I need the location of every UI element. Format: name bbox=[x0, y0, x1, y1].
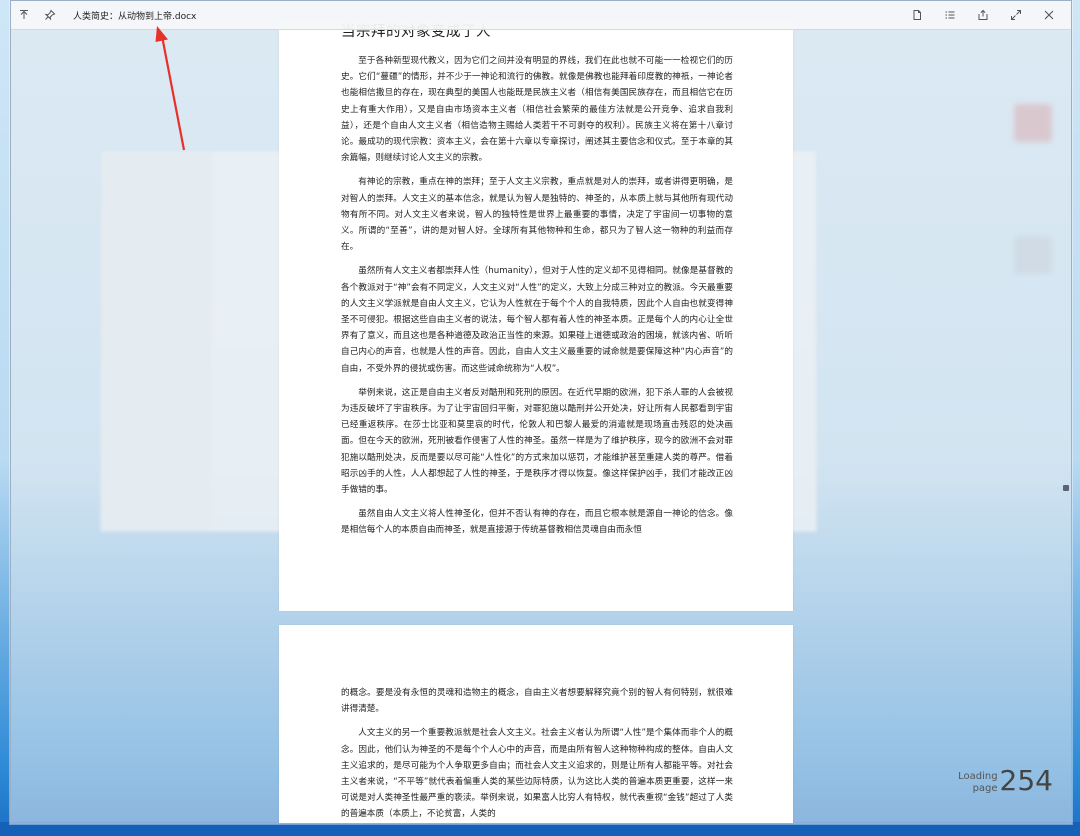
page-label: page bbox=[972, 783, 998, 794]
document-icon[interactable] bbox=[902, 1, 931, 29]
paragraph: 有神论的宗教，重点在神的崇拜；至于人文主义宗教，重点就是对人的崇拜，或者讲得更明… bbox=[341, 177, 733, 253]
loading-indicator: Loading page 254 bbox=[958, 767, 1053, 795]
paragraph: 至于各种新型现代教义，因为它们之间并没有明显的界线，我们在此也就不可能一一检视它… bbox=[341, 56, 733, 164]
scrollbar-thumb[interactable] bbox=[1063, 485, 1069, 491]
paragraph: 举例来说，这正是自由主义者反对酷刑和死刑的原因。在近代早期的欧洲，犯下杀人罪的人… bbox=[341, 387, 733, 496]
window-title: 人类简史：从动物到上帝.docx bbox=[73, 11, 197, 22]
preview-window: 人类简史：从动物到上帝.docx 当宗拜的对象变成了人 至于各种新型现代教义，因… bbox=[10, 0, 1072, 824]
loading-label: Loading bbox=[958, 771, 998, 782]
page-body: 至于各种新型现代教义，因为它们之间并没有明显的界线，我们在此也就不可能一一检视它… bbox=[341, 53, 733, 547]
document-page: 当宗拜的对象变成了人 至于各种新型现代教义，因为它们之间并没有明显的界线，我们在… bbox=[279, 21, 793, 611]
paragraph: 的概念。要是没有永恒的灵魂和造物主的概念，自由主义者想要解释究竟个别的智人有何特… bbox=[341, 688, 733, 715]
close-icon[interactable] bbox=[1034, 1, 1063, 29]
taskbar bbox=[0, 822, 1080, 836]
page-body: 的概念。要是没有永恒的灵魂和造物主的概念，自由主义者想要解释究竟个别的智人有何特… bbox=[341, 685, 733, 823]
paragraph: 虽然自由人文主义将人性神圣化，但并不否认有神的存在，而且它根本就是源自一神论的信… bbox=[341, 509, 733, 536]
share-icon[interactable] bbox=[968, 1, 997, 29]
expand-icon[interactable] bbox=[1001, 1, 1030, 29]
document-page: 的概念。要是没有永恒的灵魂和造物主的概念，自由主义者想要解释究竟个别的智人有何特… bbox=[279, 625, 793, 823]
loading-page-number: 254 bbox=[999, 764, 1053, 797]
pin-icon[interactable] bbox=[37, 1, 63, 29]
paragraph: 虽然所有人文主义者都崇拜人性（humanity），但对于人性的定义却不见得相同。… bbox=[341, 266, 733, 374]
title-bar: 人类简史：从动物到上帝.docx bbox=[11, 1, 1071, 30]
pin-top-icon[interactable] bbox=[11, 1, 37, 29]
list-icon[interactable] bbox=[935, 1, 964, 29]
paragraph: 人文主义的另一个重要教派就是社会人文主义。社会主义者认为所谓“人性”是个集体而非… bbox=[341, 728, 733, 820]
